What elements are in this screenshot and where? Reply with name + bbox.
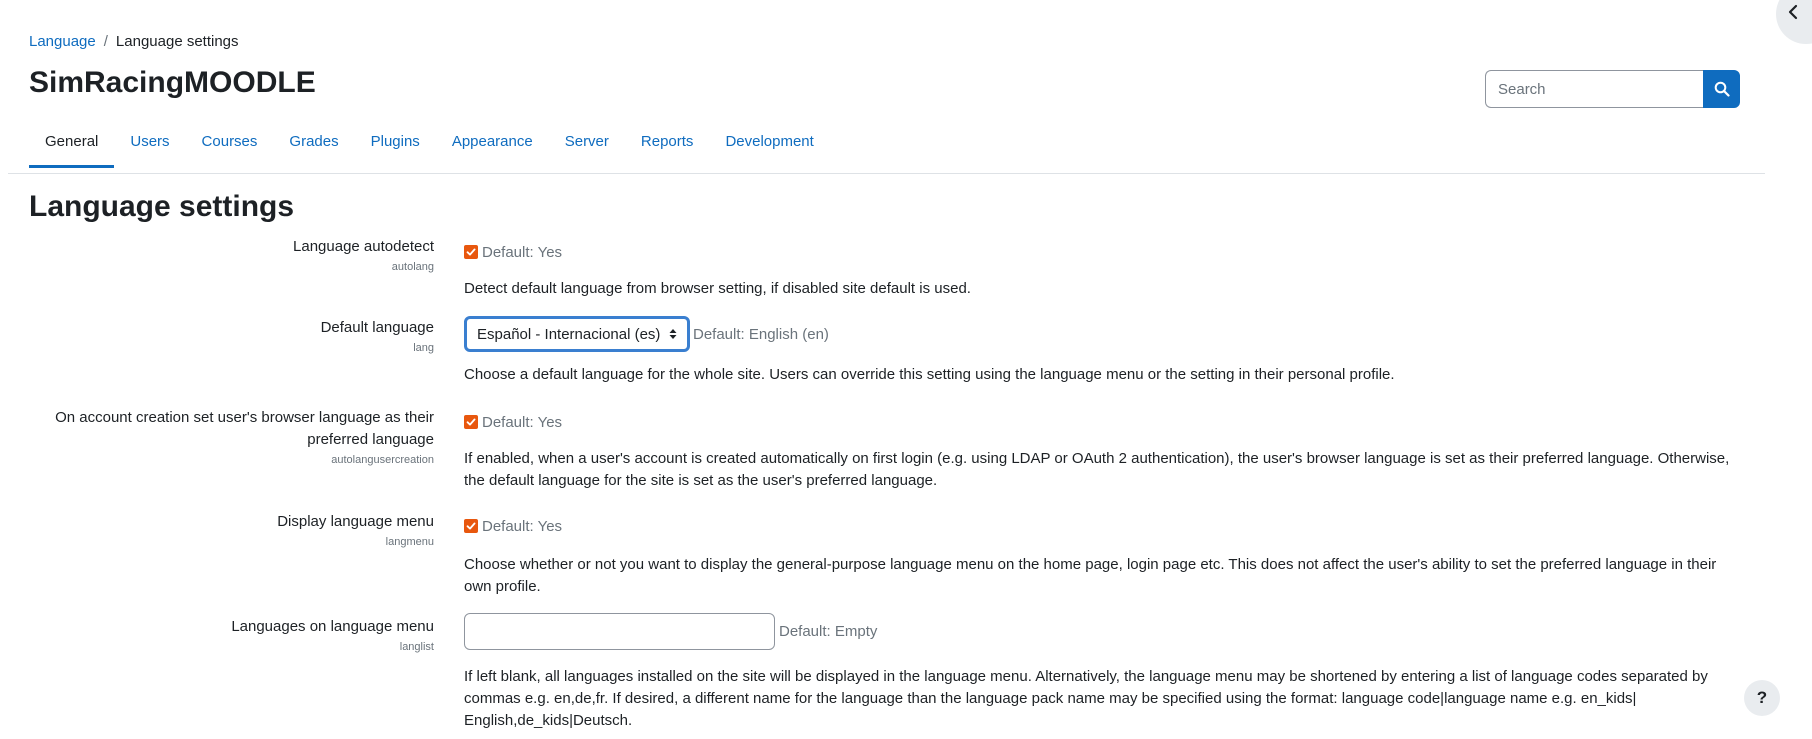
check-icon (466, 418, 476, 426)
description-line: English,de_kids|Deutsch. (464, 712, 633, 729)
autolangusercreation-checkbox[interactable] (464, 415, 478, 429)
tab-general[interactable]: General (29, 123, 115, 168)
setting-description: If left blank, all languages installed o… (464, 666, 1734, 732)
site-title: SimRacingMOODLE (29, 66, 316, 99)
admin-search (1485, 70, 1740, 108)
setting-label: On account creation set user's browser l… (55, 409, 434, 448)
page: Language / Language settings SimRacingMO… (0, 0, 1812, 739)
langmenu-checkbox[interactable] (464, 519, 478, 533)
tab-development[interactable]: Development (709, 123, 829, 168)
check-icon (466, 522, 476, 530)
setting-label: Default language (320, 319, 434, 336)
autolang-checkbox[interactable] (464, 245, 478, 259)
setting-label: Languages on language menu (231, 618, 434, 635)
default-value: Default: Yes (482, 243, 563, 261)
admin-tabs: General Users Courses Grades Plugins App… (29, 123, 830, 168)
search-icon (1714, 81, 1730, 97)
default-value: Default: Empty (779, 623, 878, 640)
drawer-toggle-button[interactable] (1776, 0, 1812, 44)
search-button[interactable] (1703, 70, 1740, 108)
tab-reports[interactable]: Reports (625, 123, 710, 168)
select-value: Español - Internacional (es) (477, 325, 661, 343)
tab-grades[interactable]: Grades (273, 123, 354, 168)
tab-server[interactable]: Server (549, 123, 625, 168)
setting-description: Choose a default language for the whole … (464, 366, 1395, 383)
setting-key: langmenu (385, 536, 434, 548)
breadcrumb-current: Language settings (115, 33, 239, 50)
breadcrumb: Language / Language settings (29, 33, 239, 50)
setting-description: Detect default language from browser set… (464, 280, 971, 297)
tabs-divider (8, 173, 1765, 174)
breadcrumb-separator: / (103, 33, 108, 50)
search-input[interactable] (1485, 70, 1703, 108)
setting-description: Choose whether or not you want to displa… (464, 556, 1717, 595)
setting-key: autolang (391, 261, 434, 273)
tab-appearance[interactable]: Appearance (436, 123, 549, 168)
description-line: If left blank, all languages installed o… (464, 668, 1708, 685)
setting-label: Language autodetect (293, 238, 434, 255)
sort-arrows-icon (669, 329, 677, 339)
page-heading: Language settings (29, 190, 295, 223)
check-icon (466, 248, 476, 256)
setting-description: If enabled, when a user's account is cre… (464, 450, 1730, 489)
description-line: commas e.g. en,de,fr. If desired, a diff… (464, 690, 1637, 707)
default-language-select[interactable]: Español - Internacional (es) (464, 316, 690, 352)
default-value: Default: Yes (482, 517, 563, 535)
setting-key: autolangusercreation (331, 454, 434, 466)
help-button[interactable]: ? (1744, 680, 1780, 716)
tab-users[interactable]: Users (114, 123, 185, 168)
default-value: Default: English (en) (693, 325, 829, 343)
tab-plugins[interactable]: Plugins (355, 123, 436, 168)
setting-label: Display language menu (277, 513, 434, 530)
setting-key: lang (413, 342, 434, 354)
default-value: Default: Yes (482, 413, 563, 431)
setting-key: langlist (399, 641, 434, 653)
tab-courses[interactable]: Courses (186, 123, 274, 168)
breadcrumb-link-language[interactable]: Language (29, 33, 96, 50)
languages-on-menu-input[interactable] (464, 613, 775, 650)
chevron-left-icon (1788, 4, 1798, 20)
